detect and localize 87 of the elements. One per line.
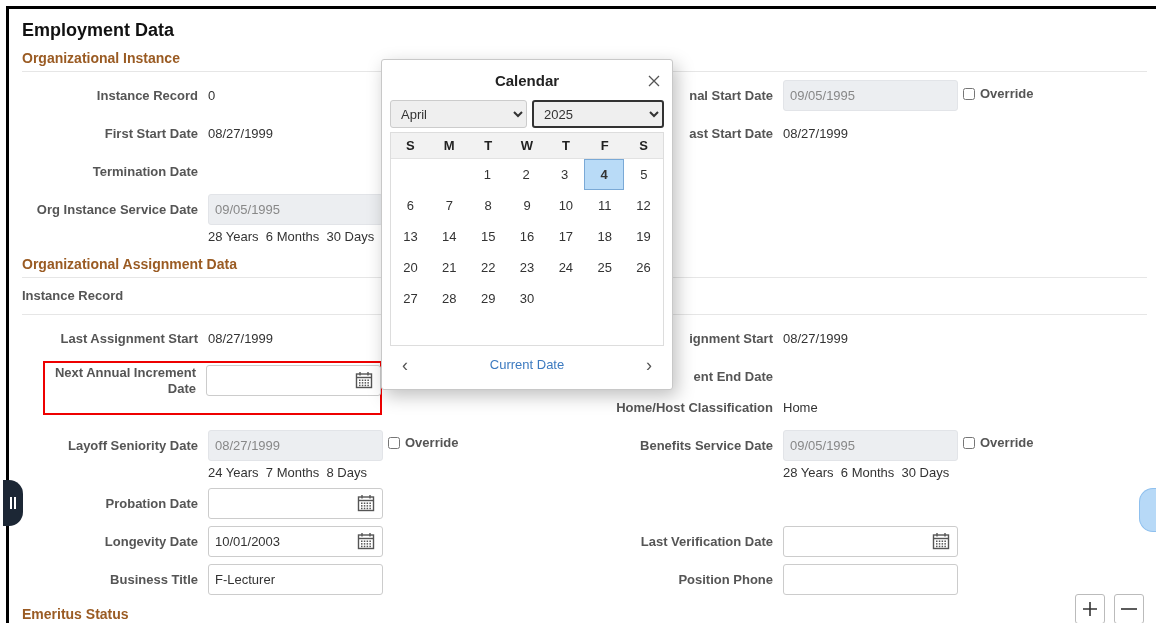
remove-row-button[interactable] (1114, 594, 1144, 623)
calendar-day[interactable]: 1 (468, 159, 507, 190)
field-value: 0 (208, 87, 216, 105)
plus-icon (1082, 601, 1098, 617)
calendar-icon[interactable] (357, 493, 375, 512)
calendar-day[interactable]: 30 (507, 283, 547, 314)
calendar-day[interactable]: 3 (545, 159, 584, 190)
field-label: Instance Record (96, 87, 198, 105)
calendar-icon[interactable] (355, 370, 373, 389)
date-field[interactable]: 10/01/2003 (208, 525, 383, 557)
input-field[interactable] (783, 563, 958, 595)
duration-text: 28 Years 6 Months 30 Days (783, 464, 951, 481)
calendar-day[interactable]: 28 (429, 283, 469, 314)
calendar-day[interactable]: 16 (507, 221, 547, 252)
field-label: Org Instance Service Date (36, 201, 198, 219)
calendar-icon[interactable] (357, 531, 375, 550)
calendar-day[interactable]: 5 (624, 159, 664, 190)
calendar-day[interactable]: 4 (583, 159, 625, 190)
field-label: ent End Date (693, 367, 773, 386)
field-label: Last Verification Date (640, 532, 773, 551)
calendar-day[interactable]: 9 (507, 190, 547, 221)
page-title: Employment Data (22, 19, 176, 42)
previous-month-button[interactable]: ‹ (398, 354, 412, 376)
calendar-day[interactable]: 15 (468, 221, 508, 252)
weekday-label: S (638, 137, 649, 155)
duration-text: 24 Years 7 Months 8 Days (208, 464, 368, 481)
calendar-icon[interactable] (932, 531, 950, 550)
calendar-day[interactable]: 8 (468, 190, 508, 221)
date-field[interactable] (208, 487, 383, 519)
weekday-label: T (483, 137, 494, 155)
field-label: Layoff Seniority Date (67, 436, 198, 455)
add-row-button[interactable] (1075, 594, 1105, 623)
calendar-day[interactable]: 12 (624, 190, 663, 221)
date-field[interactable] (206, 364, 381, 396)
input-field[interactable]: F-Lecturer (208, 563, 383, 595)
weekday-label: M (442, 137, 456, 155)
weekday-label: S (405, 137, 416, 155)
calendar-day[interactable]: 27 (391, 283, 430, 314)
next-month-button[interactable]: › (642, 354, 656, 376)
field-label: First Start Date (104, 125, 198, 143)
field-label: Last Assignment Start (60, 329, 198, 348)
field-label: nal Start Date (689, 87, 773, 105)
field-label: ignment Start (689, 329, 773, 348)
weekday-label: F (599, 137, 610, 155)
override-label: Override (980, 84, 1034, 103)
field-value: 08/27/1999 (783, 329, 849, 348)
calendar-day[interactable]: 29 (468, 283, 508, 314)
field-label: Benefits Service Date (640, 436, 773, 455)
dropdown[interactable]: 2025 (531, 100, 664, 128)
calendar-day[interactable]: 18 (585, 221, 625, 252)
calendar-day[interactable]: 13 (391, 221, 430, 252)
field-label: Termination Date (92, 163, 198, 181)
calendar-day[interactable]: 14 (429, 221, 469, 252)
field-label: Business Title (110, 570, 198, 589)
calendar-day[interactable]: 17 (546, 221, 586, 252)
minus-icon (1121, 608, 1137, 610)
field-label: Probation Date (105, 494, 198, 513)
field-label: Next Annual Increment Date (53, 364, 196, 397)
calendar-day[interactable]: 7 (429, 190, 469, 221)
field-label: Position Phone (678, 570, 773, 589)
weekday-label: W (519, 137, 535, 155)
collapse-handle[interactable] (3, 480, 23, 526)
checkbox[interactable] (388, 437, 400, 449)
field-value: Home (783, 398, 818, 417)
weekday-label: T (560, 137, 571, 155)
calendar-day[interactable]: 11 (585, 190, 625, 221)
field-value: 08/27/1999 (208, 329, 274, 348)
calendar-day[interactable]: 19 (624, 221, 663, 252)
expand-handle[interactable] (1139, 488, 1156, 532)
current-date-link[interactable]: Current Date (489, 355, 565, 375)
checkbox[interactable] (963, 437, 975, 449)
duration-text: 28 Years 6 Months 30 Days (208, 229, 376, 245)
calendar-title: Calendar (494, 72, 560, 89)
override-label: Override (405, 434, 459, 453)
close-icon[interactable] (648, 74, 660, 87)
calendar-day[interactable]: 10 (546, 190, 586, 221)
field-value: 08/27/1999 (208, 125, 274, 143)
field-label: ast Start Date (689, 125, 773, 143)
field-label: Home/Host Classification (616, 398, 773, 417)
calendar-day[interactable]: 6 (391, 190, 430, 221)
override-label: Override (980, 434, 1034, 453)
field-label: Longevity Date (104, 532, 198, 551)
calendar-day[interactable]: 2 (506, 159, 546, 190)
checkbox[interactable] (963, 87, 975, 100)
dropdown[interactable]: April (390, 100, 527, 128)
date-field[interactable] (783, 525, 958, 557)
field-value: 08/27/1999 (783, 125, 849, 143)
